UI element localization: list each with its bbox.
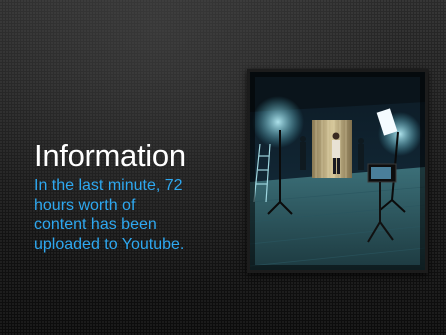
- slide-body-text: In the last minute, 72 hours worth of co…: [34, 176, 224, 254]
- studio-floor: [250, 167, 425, 270]
- body-line-1: In the last minute, 72: [34, 177, 183, 194]
- presentation-slide: Information In the last minute, 72 hours…: [0, 0, 446, 335]
- studio-photo: [250, 72, 425, 270]
- body-line-3: content has been: [34, 216, 157, 233]
- studio-photo-frame: [247, 69, 428, 273]
- studio-light-left-glow: [252, 96, 304, 148]
- body-line-4: uploaded to Youtube.: [34, 235, 185, 253]
- slide-title: Information: [34, 138, 186, 173]
- body-line-2: hours worth of: [34, 196, 136, 214]
